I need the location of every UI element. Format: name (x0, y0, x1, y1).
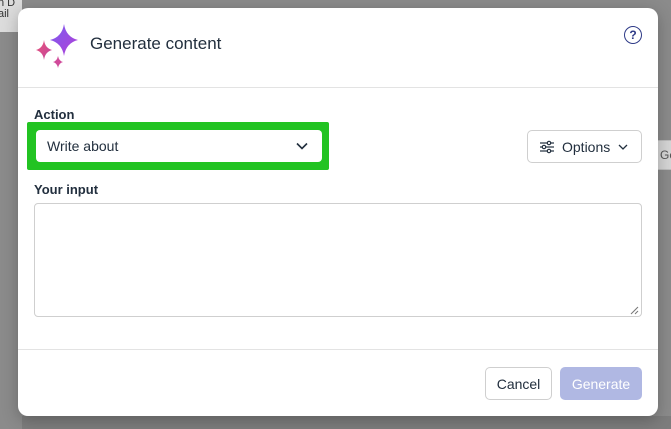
cancel-button[interactable]: Cancel (485, 367, 552, 400)
dialog-title: Generate content (90, 34, 222, 53)
input-label: Your input (34, 182, 99, 197)
footer-divider (18, 349, 658, 350)
input-textarea[interactable] (34, 203, 642, 317)
action-select[interactable]: Write about (36, 130, 322, 162)
dialog-header: Generate content (18, 8, 658, 88)
action-label: Action (34, 107, 75, 122)
background-text: ail (0, 8, 10, 20)
resize-grip-icon[interactable] (630, 306, 639, 315)
action-select-value: Write about (47, 138, 119, 154)
sparkle-stars-icon (36, 24, 78, 68)
background-strip (22, 416, 671, 429)
options-button[interactable]: Options (527, 130, 642, 163)
question-circle-icon[interactable]: ? (624, 26, 642, 44)
options-button-label: Options (562, 138, 611, 155)
generate-button[interactable]: Generate (560, 367, 642, 400)
background-tab: Ge (656, 140, 671, 170)
background-text: Ge (660, 148, 671, 162)
chevron-down-icon (618, 144, 628, 150)
chevron-down-icon (296, 142, 308, 150)
generate-content-dialog: Generate content ? Action Write about Op… (18, 8, 658, 416)
sliders-icon (540, 140, 554, 153)
